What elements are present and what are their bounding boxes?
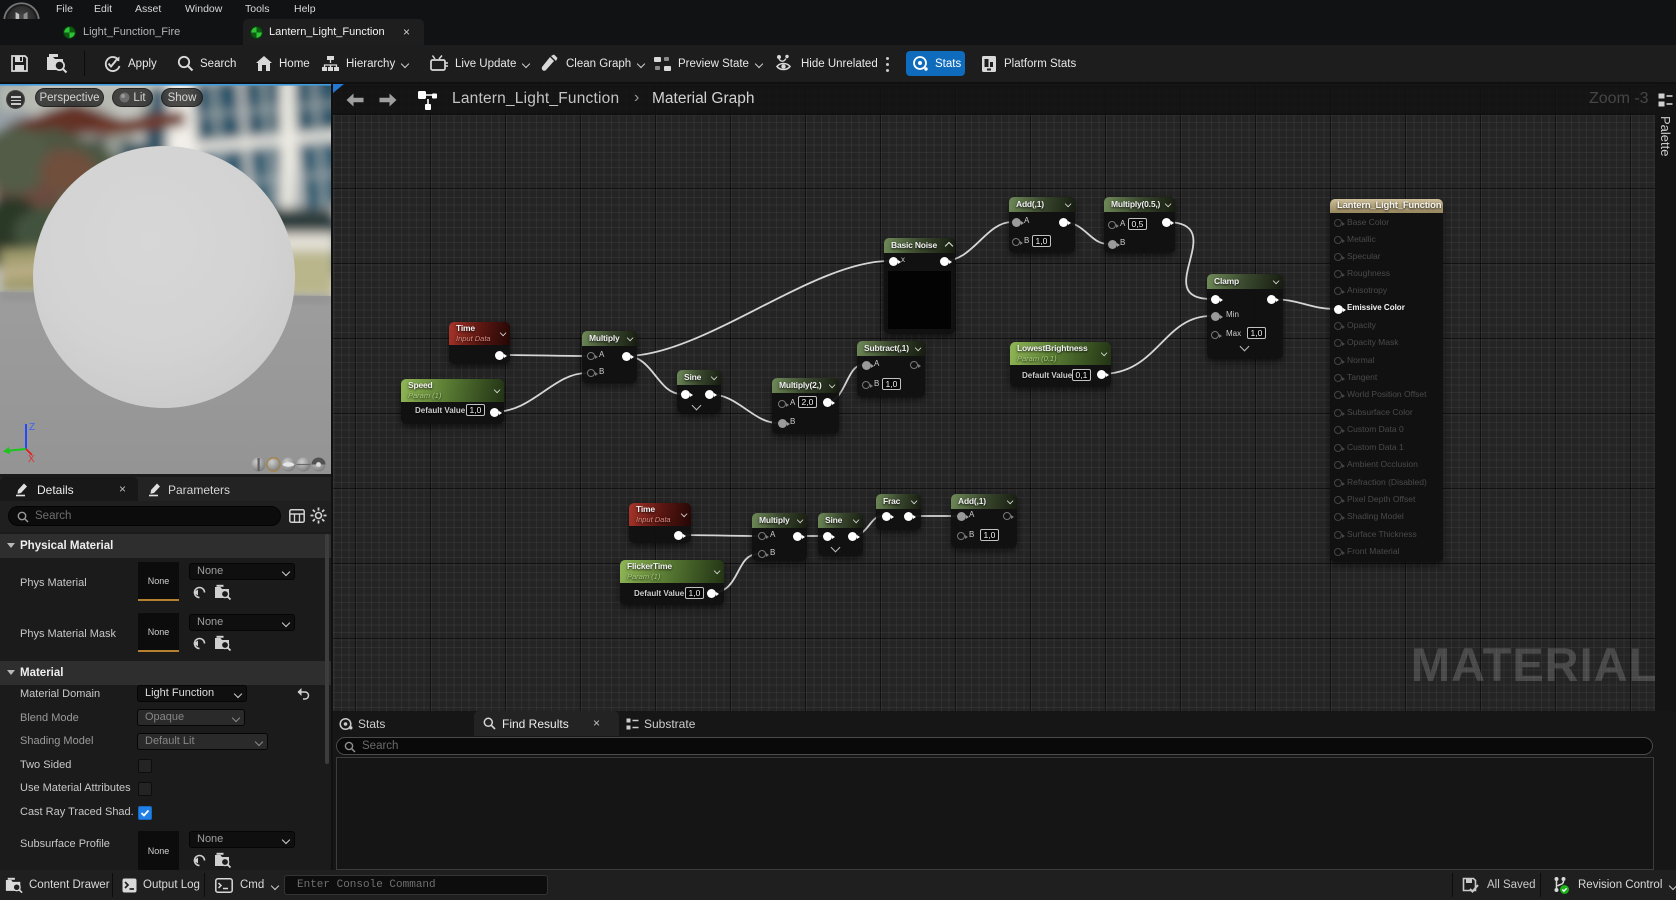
svg-text:X: X (28, 454, 35, 462)
svg-text:Z: Z (29, 422, 35, 433)
